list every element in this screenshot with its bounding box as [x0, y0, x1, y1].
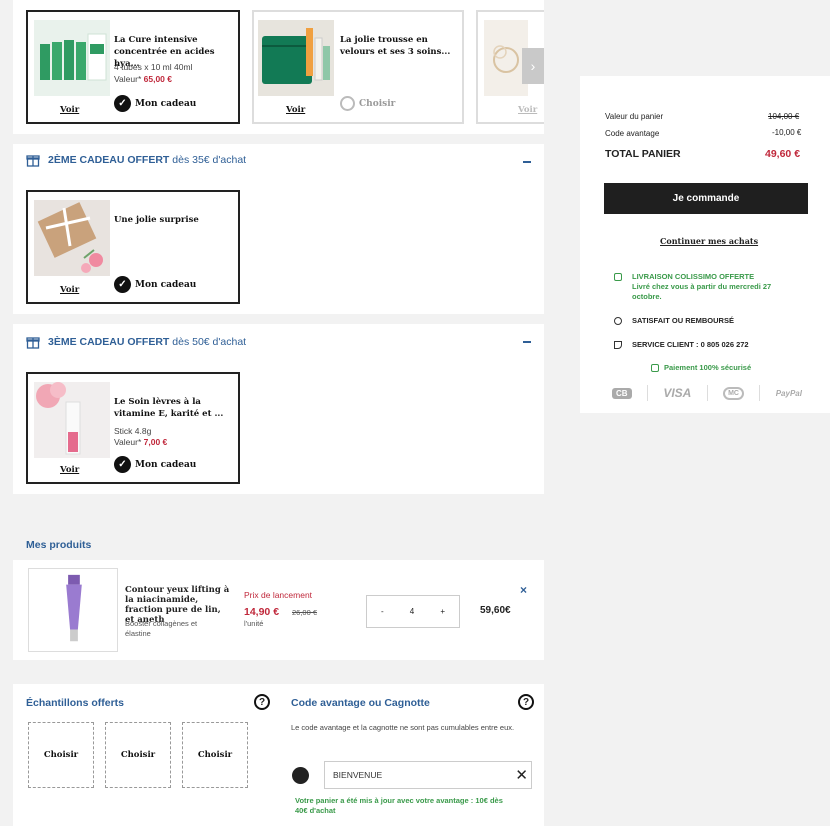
gift-value: Valeur* 7,00 €: [114, 437, 168, 447]
gift-image-surprise: [34, 200, 110, 276]
service-label: SERVICE CLIENT : 0 805 026 272: [632, 340, 749, 349]
cb-icon: CB: [612, 387, 632, 399]
offer3-header[interactable]: 3ÈME CADEAU OFFERT dès 50€ d'achat: [26, 335, 246, 349]
clear-icon[interactable]: ✕: [515, 766, 528, 784]
promo-note: Le code avantage et la cagnotte ne sont …: [291, 723, 515, 732]
selected-gift-badge[interactable]: ✓ Mon cadeau: [114, 456, 196, 473]
product-price: 14,90 €: [244, 606, 280, 618]
voir-link[interactable]: Voir: [60, 105, 79, 115]
gift-image-cure: [34, 20, 110, 96]
selected-gift-badge[interactable]: ✓ Mon cadeau: [114, 276, 196, 293]
quantity-increase-button[interactable]: +: [440, 607, 445, 616]
gift-title: Une jolie surprise: [114, 215, 199, 225]
voir-link[interactable]: Voir: [286, 105, 305, 115]
voir-link[interactable]: Voir: [60, 285, 79, 295]
unit-label: l'unité: [244, 619, 264, 628]
product-desc: Booster collagènes et élastine: [125, 619, 198, 638]
delivery-subtitle: Livré chez vous à partir du mercredi 27 …: [632, 282, 772, 301]
delivery-info: LIVRAISON COLISSIMO OFFERTE Livré chez v…: [614, 272, 797, 302]
satisfied-label: SATISFAIT OU REMBOURSÉ: [632, 316, 734, 325]
total-label: TOTAL PANIER: [605, 148, 681, 160]
gift-action-label: Choisir: [359, 98, 396, 109]
check-icon: ✓: [114, 276, 131, 293]
lock-icon: [651, 364, 659, 372]
order-button-label: Je commande: [672, 193, 740, 204]
phone-icon: [614, 341, 622, 349]
check-icon: ✓: [114, 456, 131, 473]
visa-icon: VISA: [663, 386, 692, 400]
gift-icon: [26, 337, 40, 349]
gift-title: La jolie trousse en velours et ses 3 soi…: [340, 35, 451, 57]
products-title: Mes produits: [26, 539, 92, 551]
gift-title: Le Soin lèvres à la vitamine E, karité e…: [114, 397, 224, 419]
delivery-title: LIVRAISON COLISSIMO OFFERTE: [632, 272, 755, 281]
quantity-decrease-button[interactable]: -: [381, 607, 384, 616]
quantity-value[interactable]: 4: [410, 607, 414, 616]
promo-radio[interactable]: [292, 767, 309, 784]
carousel-next-button[interactable]: ›: [522, 48, 544, 84]
radio-unchecked-icon: [340, 96, 355, 111]
choose-gift-button[interactable]: Choisir: [340, 96, 395, 111]
paypal-icon: PayPal: [775, 388, 802, 398]
secure-payment: Paiement 100% sécurisé: [651, 363, 751, 372]
gift-value: Valeur* 65,00 €: [114, 74, 172, 84]
code-label: Code avantage: [605, 129, 660, 138]
gift-action-label: Mon cadeau: [135, 459, 197, 470]
sample-choose-button[interactable]: Choisir: [28, 722, 94, 788]
gift-card-2[interactable]: La jolie trousse en velours et ses 3 soi…: [252, 10, 464, 124]
total-value: 49,60 €: [765, 148, 801, 160]
continue-shopping-link[interactable]: Continuer mes achats: [660, 236, 758, 246]
voir-link[interactable]: Voir: [518, 105, 537, 115]
truck-icon: [614, 273, 622, 281]
sample-choose-button[interactable]: Choisir: [105, 722, 171, 788]
offer3-subtitle: dès 50€ d'achat: [172, 336, 247, 348]
product-thumbnail[interactable]: [28, 568, 118, 652]
product-old-price: 26,00 €: [292, 608, 318, 617]
smile-icon: [614, 317, 622, 325]
payment-logos: CB VISA MC PayPal: [612, 383, 802, 403]
gift-image-trousse: [258, 20, 334, 96]
promo-code-value[interactable]: BIENVENUE: [333, 770, 382, 780]
cart-value-label: Valeur du panier: [605, 112, 664, 121]
chevron-right-icon: ›: [530, 58, 536, 74]
satisfied-info: SATISFAIT OU REMBOURSÉ: [614, 316, 734, 325]
order-button[interactable]: Je commande: [604, 183, 808, 214]
offer2-header[interactable]: 2ÈME CADEAU OFFERT dès 35€ d'achat: [26, 153, 246, 167]
product-image: [66, 574, 82, 642]
selected-gift-badge[interactable]: ✓ Mon cadeau: [114, 95, 196, 112]
offer3-title: 3ÈME CADEAU OFFERT: [48, 336, 170, 348]
offer2-title: 2ÈME CADEAU OFFERT: [48, 154, 170, 166]
cart-value: 104,00 €: [768, 112, 800, 121]
offer3-gift-card[interactable]: Le Soin lèvres à la vitamine E, karité e…: [26, 372, 240, 484]
gift-action-label: Mon cadeau: [135, 279, 197, 290]
gift-card-1[interactable]: La Cure intensive concentrée en acides h…: [26, 10, 240, 124]
remove-product-icon[interactable]: ×: [520, 583, 527, 597]
promo-success-message: Votre panier a été mis à jour avec votre…: [295, 796, 503, 815]
samples-title: Échantillons offerts: [26, 697, 125, 709]
collapse-icon[interactable]: [523, 341, 531, 343]
promo-help-icon[interactable]: ?: [518, 694, 534, 710]
product-total: 59,60€: [480, 605, 511, 616]
promo-code-field[interactable]: BIENVENUE ✕: [324, 761, 532, 789]
service-info: SERVICE CLIENT : 0 805 026 272: [614, 340, 749, 349]
gift-action-label: Mon cadeau: [135, 98, 197, 109]
offer2-subtitle: dès 35€ d'achat: [172, 154, 247, 166]
mastercard-icon: MC: [723, 386, 744, 400]
offer2-gift-card[interactable]: Une jolie surprise Voir ✓ Mon cadeau: [26, 190, 240, 304]
code-value: -10,00 €: [772, 128, 802, 137]
promo-label: Prix de lancement: [244, 590, 313, 600]
promo-title: Code avantage ou Cagnotte: [291, 697, 430, 709]
quantity-stepper: - 4 +: [366, 595, 460, 628]
sample-choose-button[interactable]: Choisir: [182, 722, 248, 788]
gift-image-lip-balm: [34, 382, 110, 458]
check-icon: ✓: [114, 95, 131, 112]
secure-label: Paiement 100% sécurisé: [664, 363, 752, 372]
collapse-icon[interactable]: [523, 161, 531, 163]
samples-help-icon[interactable]: ?: [254, 694, 270, 710]
voir-link[interactable]: Voir: [60, 465, 79, 475]
gift-icon: [26, 155, 40, 167]
gift-desc: 4 tubes x 10 ml 40ml: [114, 62, 193, 72]
